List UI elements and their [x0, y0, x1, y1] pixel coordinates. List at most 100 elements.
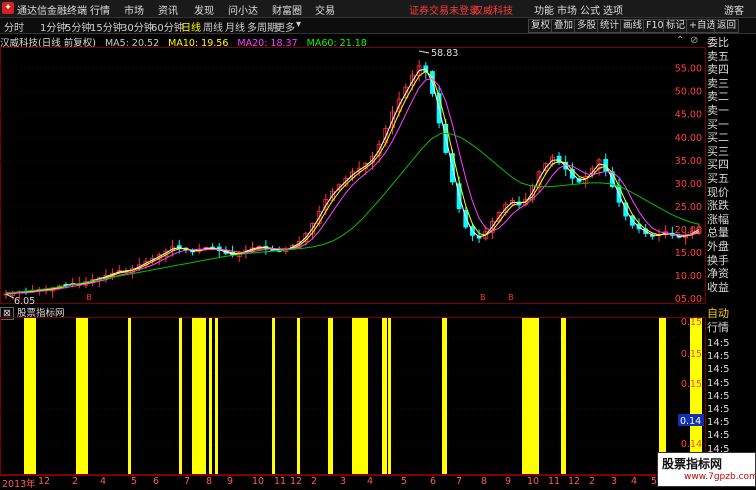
date-axis-label: 2013年	[2, 479, 36, 490]
quote-field-label: 买五	[707, 172, 729, 185]
date-axis: 2013年12245678910111223456789101112234567	[0, 475, 756, 490]
indicator-bar	[297, 318, 300, 474]
tick-time: 14:5	[707, 364, 730, 376]
menu-market[interactable]: 市场	[124, 2, 144, 17]
app-logo-icon: ✦	[2, 2, 14, 14]
date-axis-label: 3	[611, 476, 618, 487]
buy-marker: B	[480, 293, 486, 302]
date-axis-label: 11	[274, 476, 287, 487]
period-1min[interactable]: 1分钟	[40, 19, 66, 34]
watermark-url: www.7gpzb.com	[684, 472, 756, 482]
price-tick-label: 25.00	[675, 202, 702, 213]
sub-chart-header: ⊠ 股票指标网	[0, 305, 64, 320]
indicator-bar	[192, 318, 206, 474]
menu-function[interactable]: 功能	[534, 2, 554, 17]
period-monthly[interactable]: 月线	[225, 19, 245, 34]
menu-discover[interactable]: 发现	[194, 2, 214, 17]
quote-field-label: 卖三	[707, 76, 729, 90]
chevron-up-icon[interactable]: ⌃	[676, 35, 684, 46]
quote-field-label: 收益	[707, 280, 729, 294]
auto-tab[interactable]: 自动	[707, 308, 753, 320]
menu-news[interactable]: 资讯	[158, 2, 178, 17]
price-tick-label: 50.00	[675, 87, 702, 98]
date-axis-label: 6	[430, 476, 437, 487]
date-axis-label: 12	[568, 476, 581, 487]
quotes-tab[interactable]: 行情	[707, 322, 753, 334]
quote-field-label: 买一	[707, 117, 729, 131]
period-60min[interactable]: 60分钟	[151, 19, 184, 34]
settings-icon[interactable]: ⊘	[690, 35, 698, 46]
quote-field-label: 卖四	[707, 63, 729, 77]
chart-info-line: 汉威科技(日线 前复权) MA5: 20.52 MA10: 19.56 MA20…	[0, 35, 367, 49]
period-multi[interactable]: 多周期	[247, 19, 277, 34]
price-tick-label: 35.00	[675, 156, 702, 167]
menu-trade[interactable]: 交易	[315, 2, 335, 17]
date-axis-label: 11	[548, 476, 561, 487]
app-title: 通达信金融终端	[17, 6, 87, 17]
date-axis-label: 9	[505, 476, 512, 487]
quote-field-label: 换手	[707, 253, 729, 267]
price-tick-label: 45.00	[675, 110, 702, 121]
indicator-tick-label: 0.15	[681, 379, 702, 390]
menu-market-right[interactable]: 市场	[557, 2, 577, 17]
price-tick-label: 55.00	[675, 64, 702, 75]
period-15min[interactable]: 15分钟	[90, 19, 123, 34]
period-timeshare[interactable]: 分时	[4, 19, 24, 34]
stats-button[interactable]: 统计	[597, 19, 623, 33]
menu-options[interactable]: 选项	[603, 2, 623, 17]
date-axis-label: 2	[72, 476, 79, 487]
date-axis-label: 5	[131, 476, 138, 487]
overlay-button[interactable]: 叠加	[551, 19, 577, 33]
chevron-down-icon[interactable]: ▾	[296, 19, 301, 30]
indicator-bar	[328, 318, 333, 474]
watermark-text: 股票指标网	[662, 457, 723, 471]
menu-ask[interactable]: 问小达	[228, 2, 258, 17]
price-tick-label: 40.00	[675, 133, 702, 144]
mark-button[interactable]: 标记	[663, 19, 689, 33]
tick-time: 14:5	[707, 377, 730, 389]
date-axis-label: 12	[290, 476, 303, 487]
tick-time: 14:5	[707, 338, 730, 349]
back-button[interactable]: 返回	[714, 19, 740, 33]
date-axis-label: 9	[227, 476, 234, 487]
candlestick-chart[interactable]: 55.0050.0045.0040.0035.0030.0025.0020.00…	[0, 47, 706, 304]
period-5min[interactable]: 5分钟	[65, 19, 91, 34]
indicator-bar	[442, 318, 447, 474]
quote-field-label: 卖一	[707, 104, 729, 117]
date-axis-label: 2	[311, 476, 318, 487]
tick-time: 14:5	[707, 390, 730, 402]
indicator-chart[interactable]: 0.150.150.150.140.140.14	[0, 317, 706, 475]
adjust-button[interactable]: 复权	[528, 19, 554, 33]
date-axis-label: 4	[631, 476, 638, 487]
login-notice[interactable]: 证券交易未登录	[409, 2, 479, 17]
date-axis-label: 10	[252, 476, 265, 487]
period-30min[interactable]: 30分钟	[121, 19, 154, 34]
price-tick-label: 05.00	[675, 294, 702, 304]
period-weekly[interactable]: 周线	[203, 19, 223, 34]
quote-field-label: 买二	[707, 131, 729, 145]
guest-user[interactable]: 游客	[724, 2, 744, 17]
indicator-bar	[561, 318, 566, 474]
menu-quotes[interactable]: 行情	[90, 2, 110, 17]
period-daily[interactable]: 日线	[181, 19, 201, 34]
menu-formula[interactable]: 公式	[580, 2, 600, 17]
draw-button[interactable]: 画线	[620, 19, 646, 33]
price-tick-label: 15.00	[675, 248, 702, 259]
indicator-bar	[272, 318, 275, 474]
quote-field-label: 卖五	[707, 49, 729, 63]
min-price-label: 6.05	[14, 296, 35, 304]
date-axis-label: 12	[38, 476, 51, 487]
date-axis-label: 4	[100, 476, 107, 487]
max-price-label: 58.83	[431, 48, 458, 59]
quote-field-label: 买三	[707, 144, 729, 158]
quote-field-label: 现价	[707, 185, 729, 199]
buy-marker: B	[508, 293, 514, 302]
quote-field-label: 外盘	[707, 240, 729, 253]
period-more[interactable]: 更多	[275, 19, 295, 34]
current-value-label: 0.14	[680, 416, 701, 427]
ma20-line	[5, 78, 700, 295]
indicator-tick-label: 0.15	[681, 317, 702, 328]
quote-field-label: 卖二	[707, 90, 729, 104]
menu-wealth-circle[interactable]: 财富圈	[272, 2, 302, 17]
multi-stock-button[interactable]: 多股	[574, 19, 600, 33]
